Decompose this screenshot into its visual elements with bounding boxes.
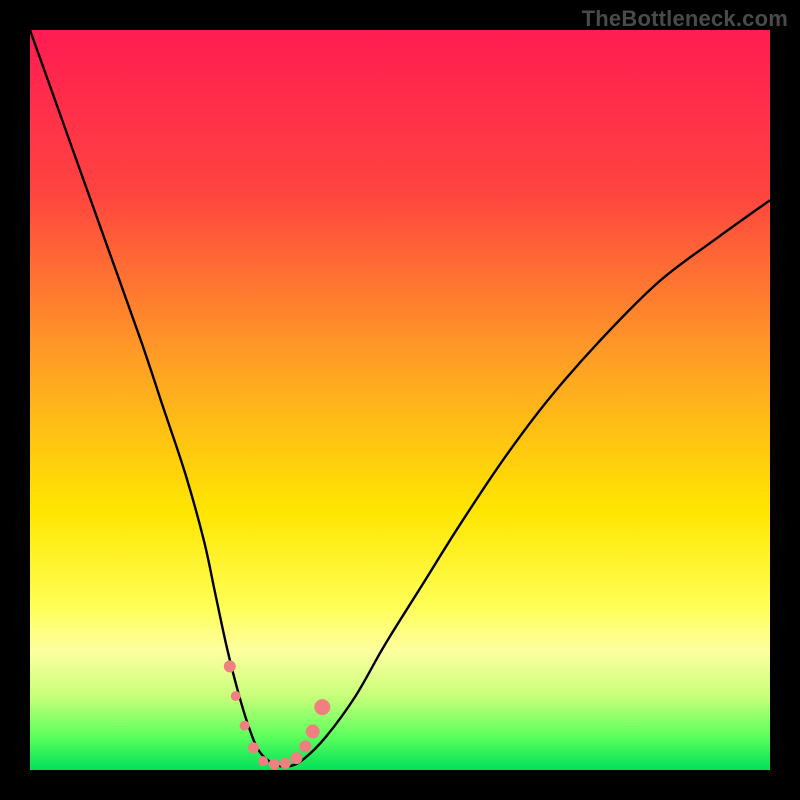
marker-point (258, 756, 268, 766)
plot-area (30, 30, 770, 770)
bottleneck-chart (30, 30, 770, 770)
watermark-label: TheBottleneck.com (582, 6, 788, 32)
marker-point (248, 742, 259, 753)
marker-point (240, 721, 250, 731)
marker-point (306, 725, 320, 739)
marker-point (224, 660, 236, 672)
marker-point (314, 699, 330, 715)
gradient-background (30, 30, 770, 770)
marker-point (280, 758, 291, 769)
marker-point (269, 759, 280, 770)
marker-point (231, 691, 241, 701)
marker-point (290, 752, 302, 764)
marker-point (299, 740, 311, 752)
chart-frame: TheBottleneck.com (0, 0, 800, 800)
